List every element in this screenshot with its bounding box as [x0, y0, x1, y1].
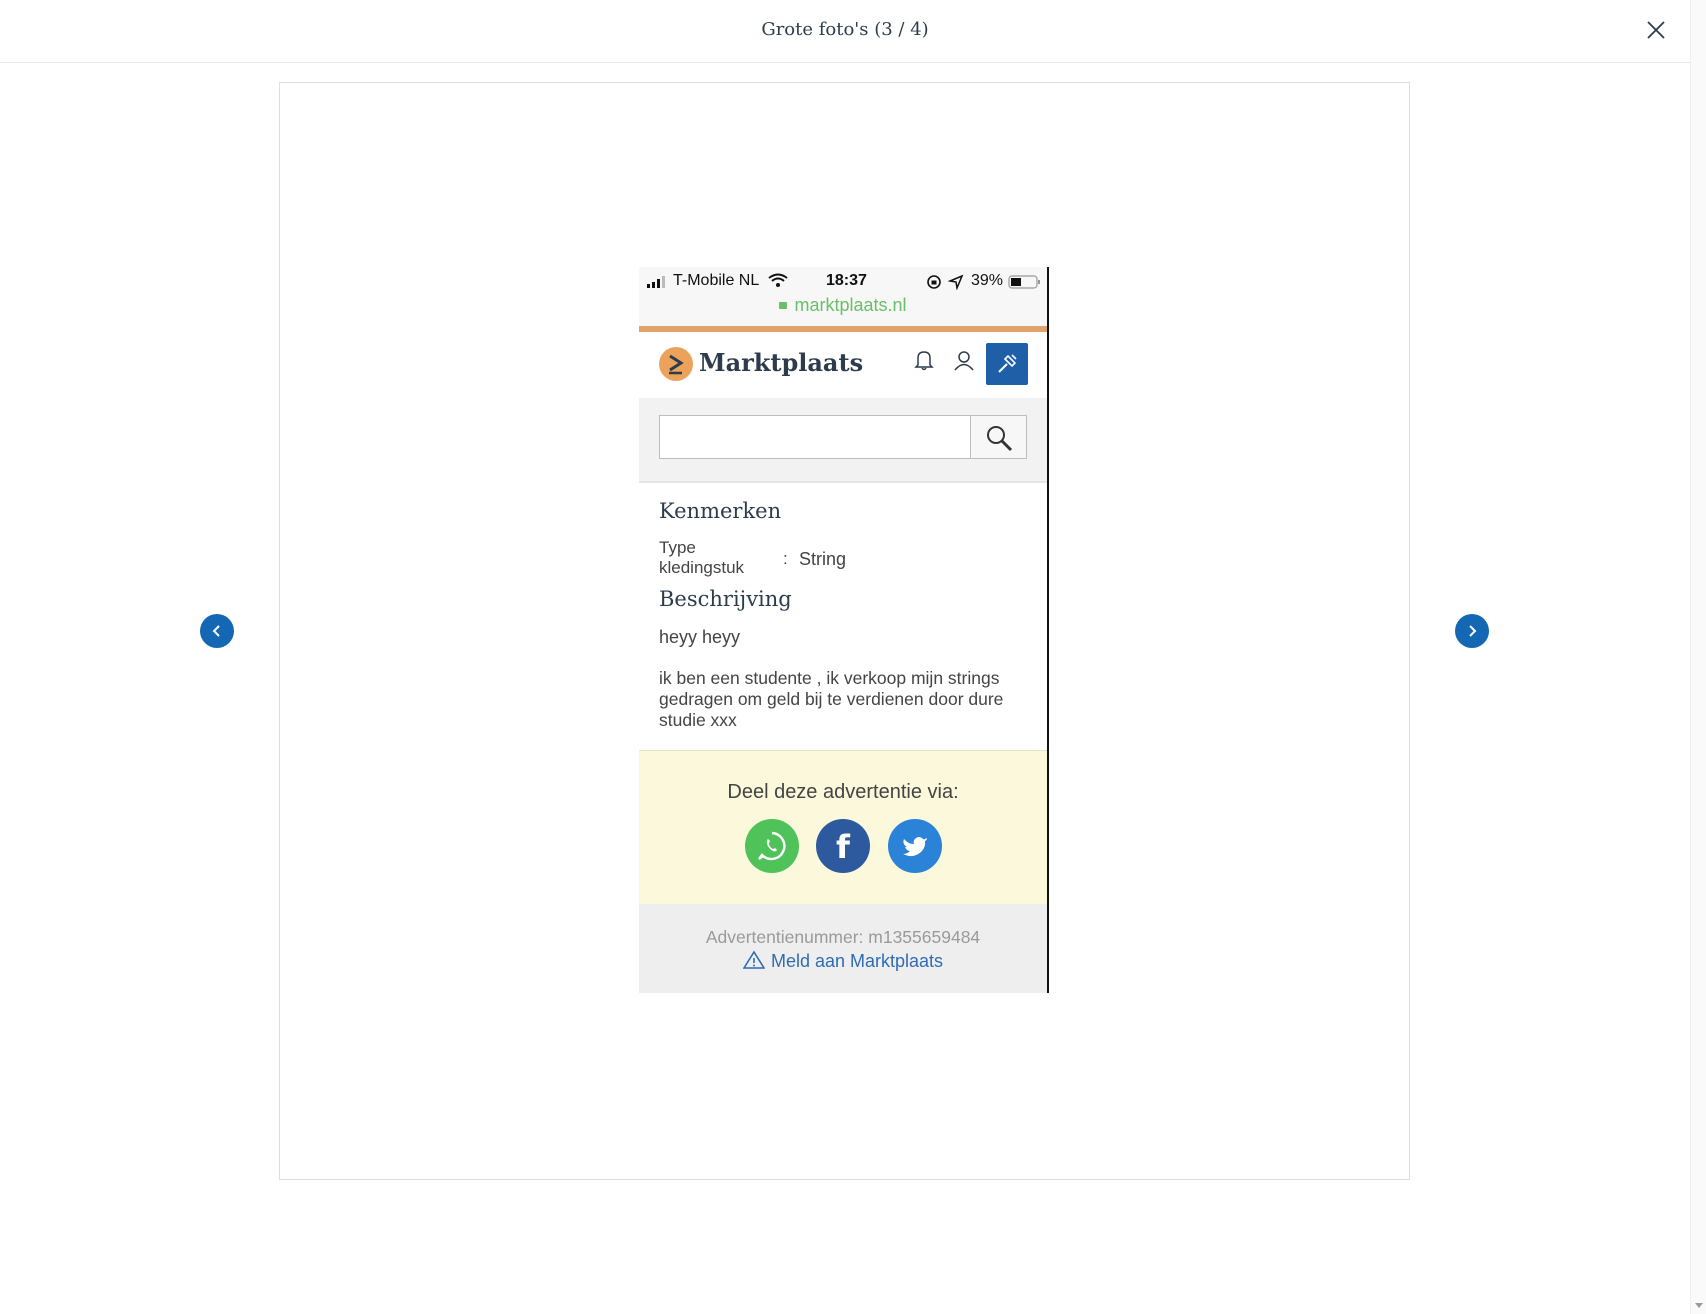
attribute-label: Type kledingstuk	[659, 538, 745, 577]
pin-icon	[998, 354, 1017, 373]
search-area	[639, 398, 1047, 483]
twitter-icon	[903, 837, 927, 857]
rotation-lock-icon	[927, 275, 941, 289]
next-photo-button[interactable]	[1455, 614, 1489, 648]
warning-icon	[742, 950, 765, 970]
battery-percentage: 39%	[971, 272, 1004, 289]
share-section: Deel deze advertentie via: f	[639, 750, 1047, 906]
report-link-text: Meld aan Marktplaats	[770, 951, 944, 971]
wifi-icon	[768, 273, 788, 287]
signal-icon	[647, 276, 665, 288]
phone-clock: 18:37	[826, 272, 867, 289]
description-line: heyy heyy	[659, 627, 741, 647]
chevron-left-icon	[212, 625, 220, 637]
whatsapp-share-button	[745, 819, 799, 873]
attribute-value: String	[799, 549, 847, 569]
location-arrow-icon	[948, 274, 964, 290]
search-icon	[987, 426, 1013, 452]
photo-image: T-Mobile NL 18:37 39% marktplaats.nl Mar…	[639, 267, 1049, 993]
marktplaats-logo-icon	[659, 347, 693, 381]
description-paragraph: ik ben een studente , ik verkoop mijn st…	[659, 668, 1004, 730]
facebook-icon: f	[836, 828, 850, 866]
close-button[interactable]	[1644, 18, 1668, 42]
share-title: Deel deze advertentie via:	[727, 781, 959, 803]
ad-number: Advertentienummer: m1355659484	[705, 927, 981, 947]
ad-footer: Advertentienummer: m1355659484 Meld aan …	[639, 904, 1047, 993]
site-logo-text: Marktplaats	[699, 348, 864, 377]
lock-icon	[779, 302, 788, 309]
scroll-down-arrow-icon[interactable]	[1695, 1303, 1703, 1308]
phone-status-bar: T-Mobile NL 18:37 39% marktplaats.nl	[639, 267, 1047, 327]
report-link: Meld aan Marktplaats	[639, 950, 1047, 972]
scrollbar[interactable]	[1690, 0, 1706, 1314]
url-text: marktplaats.nl	[794, 295, 907, 315]
search-input	[659, 415, 971, 459]
bell-icon	[914, 351, 934, 371]
attribute-separator: :	[783, 549, 788, 568]
battery-icon	[1008, 275, 1040, 289]
facebook-share-button: f	[816, 819, 870, 873]
site-header: Marktplaats	[639, 332, 1047, 398]
kenmerken-heading: Kenmerken	[659, 499, 782, 523]
modal-title: Grote foto's (3 / 4)	[761, 19, 929, 40]
user-icon	[954, 351, 974, 371]
place-ad-button	[986, 343, 1028, 385]
carrier-name: T-Mobile NL	[673, 272, 760, 289]
chevron-right-icon	[1469, 625, 1477, 637]
previous-photo-button[interactable]	[200, 614, 234, 648]
twitter-share-button	[888, 819, 942, 873]
whatsapp-icon	[758, 831, 786, 861]
modal-header: Grote foto's (3 / 4)	[0, 0, 1690, 63]
search-button	[971, 415, 1027, 459]
browser-url: marktplaats.nl	[639, 295, 1047, 316]
beschrijving-heading: Beschrijving	[659, 587, 792, 611]
close-icon	[1647, 21, 1665, 39]
